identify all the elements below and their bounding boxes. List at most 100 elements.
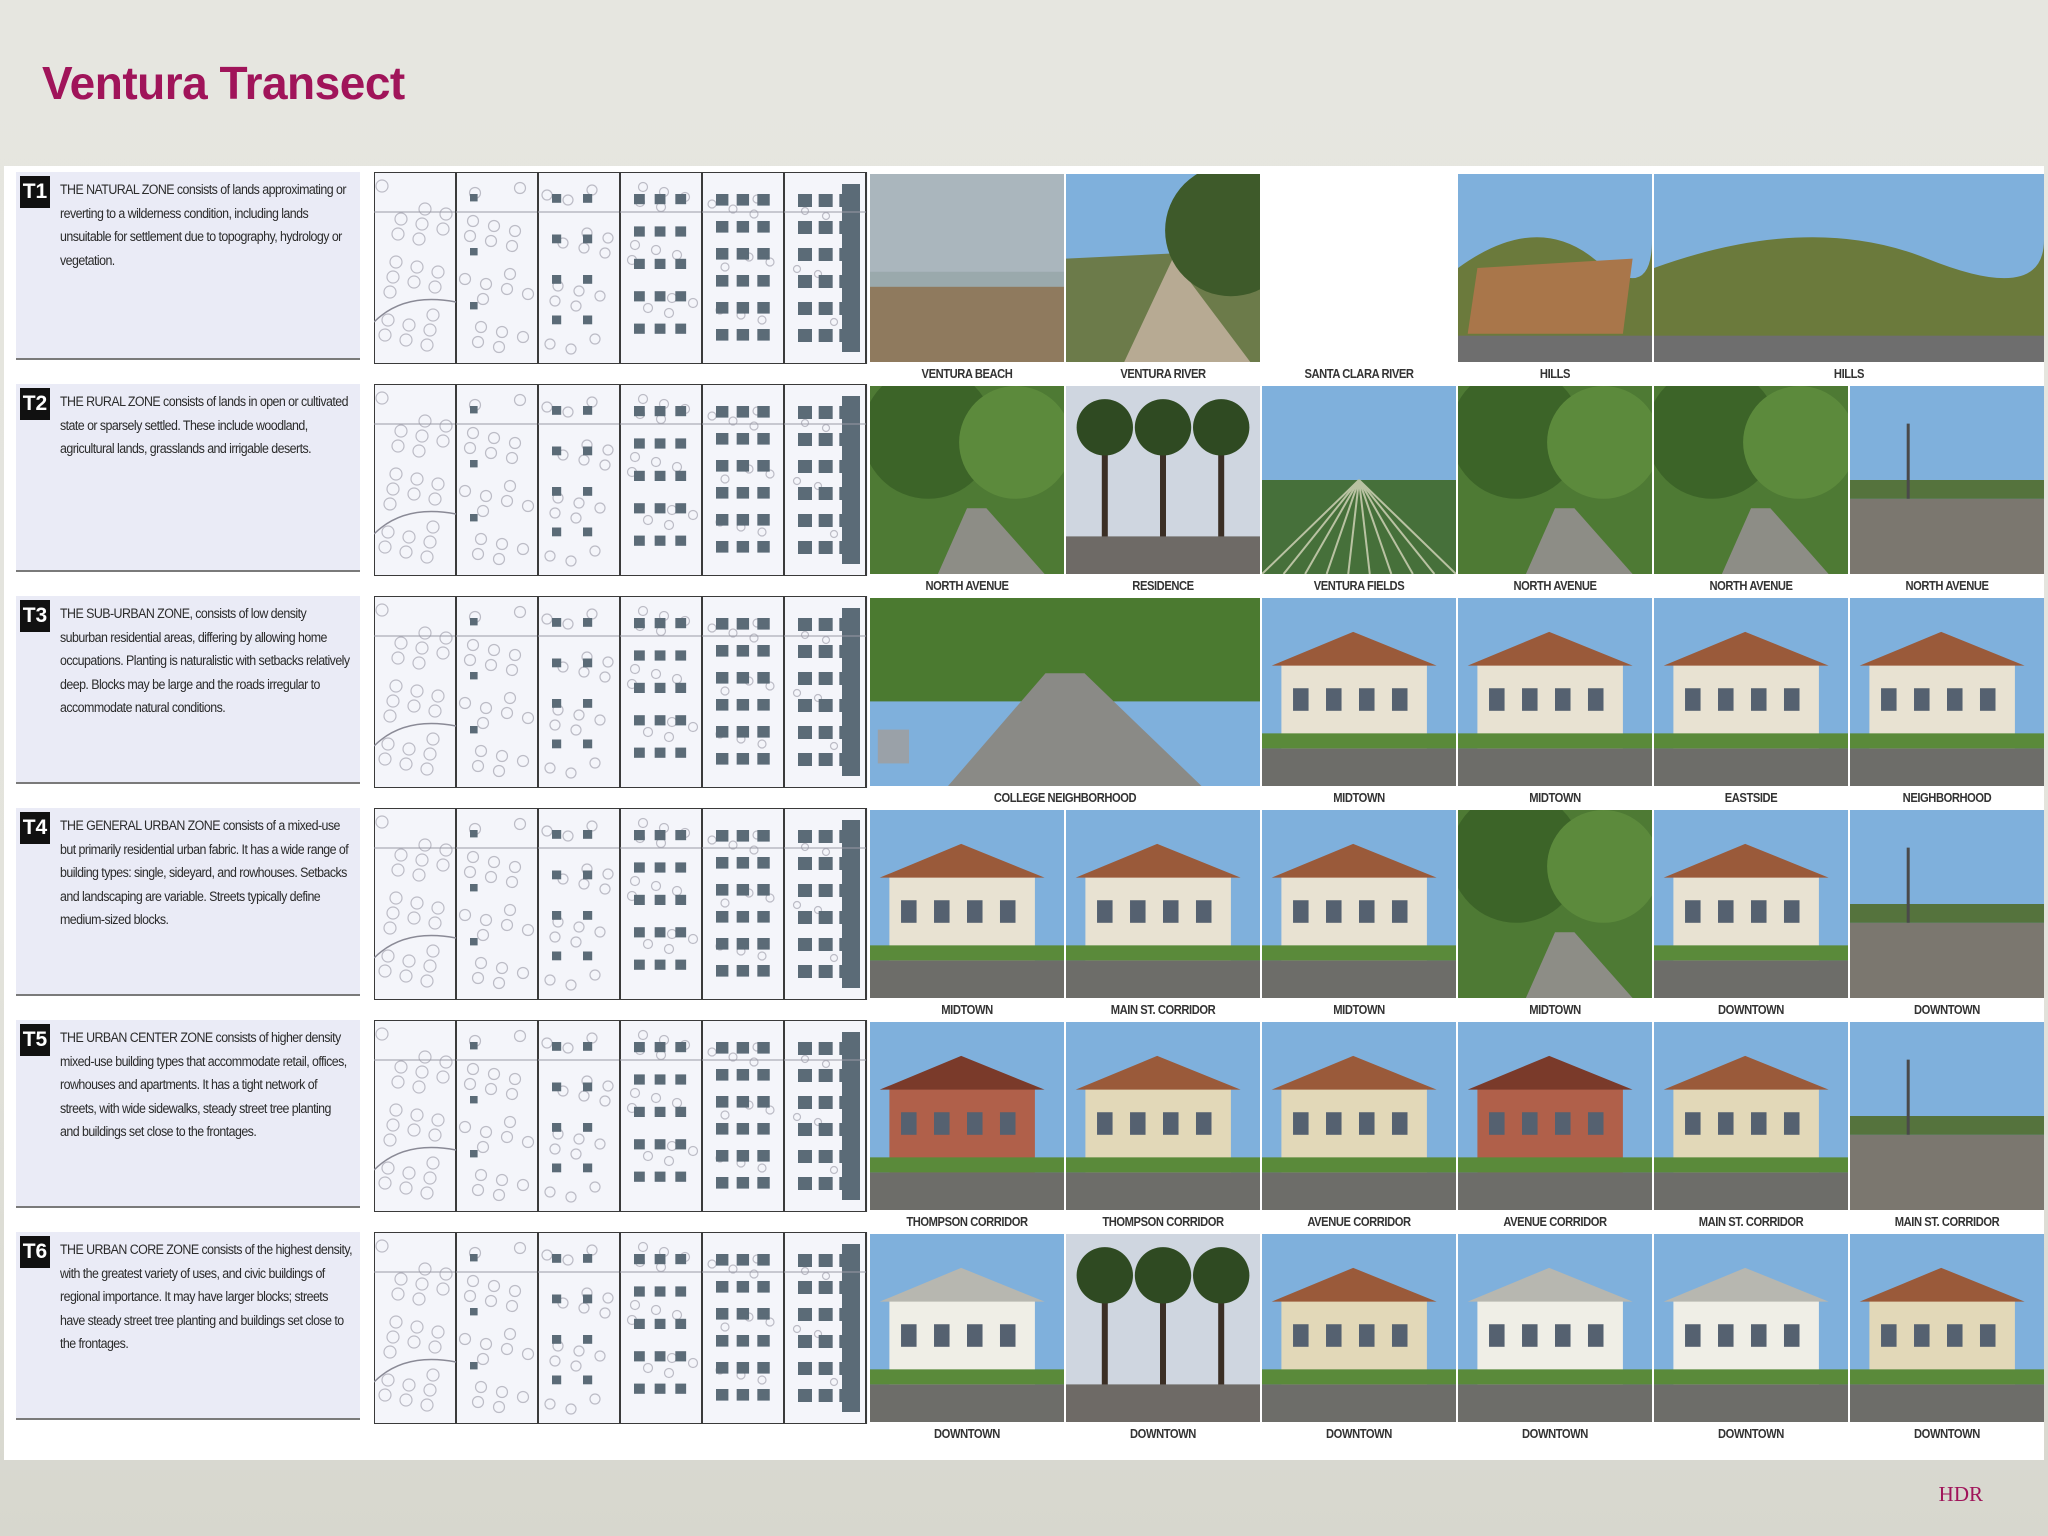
zone-photo: DOWNTOWN: [1458, 1234, 1654, 1446]
photo-image: [1458, 598, 1652, 786]
photo-scene: [1458, 174, 1652, 362]
zone-photo: DOWNTOWN: [1850, 1234, 2046, 1446]
zone-photo: NORTH AVENUE: [1850, 386, 2046, 598]
photo-image: [1850, 810, 2044, 998]
photo-image: [1262, 174, 1456, 362]
photo-image: [870, 1234, 1064, 1422]
photo-caption: DOWNTOWN: [934, 1426, 1000, 1441]
photo-image: [1458, 174, 1652, 362]
zone-photo: HILLS: [1458, 174, 1654, 386]
photo-image: [1458, 1022, 1652, 1210]
transect-diagram: [374, 1020, 868, 1212]
photo-scene: [1458, 598, 1652, 786]
zone-photo: NORTH AVENUE: [1654, 386, 1850, 598]
zone-tag: T4: [20, 812, 50, 844]
photo-image: [1654, 810, 1848, 998]
zone-photo: DOWNTOWN: [1262, 1234, 1458, 1446]
photo-caption: DOWNTOWN: [1326, 1426, 1392, 1441]
photo-scene: [1654, 598, 1848, 786]
zone-photo: MAIN ST. CORRIDOR: [1654, 1022, 1850, 1234]
zone-row-t1: T1 THE NATURAL ZONE consists of lands app…: [4, 166, 2044, 381]
zone-row-t3: T3 THE SUB-URBAN ZONE, consists of low de…: [4, 590, 2044, 805]
zone-description: T5 THE URBAN CENTER ZONE consists of high…: [16, 1020, 360, 1208]
photo-scene: [1654, 1234, 1848, 1422]
photo-scene: [1654, 810, 1848, 998]
photo-scene: [870, 174, 1064, 362]
photo-scene: [1262, 598, 1456, 786]
zone-photo: EASTSIDE: [1654, 598, 1850, 810]
photo-image: [870, 386, 1064, 574]
zone-photo: NORTH AVENUE: [1458, 386, 1654, 598]
transect-board: T1 THE NATURAL ZONE consists of lands app…: [4, 166, 2044, 1460]
photo-image: [1654, 1234, 1848, 1422]
photo-scene: [1262, 810, 1456, 998]
zone-description: T2 THE RURAL ZONE consists of lands in op…: [16, 384, 360, 572]
photo-image: [1850, 1234, 2044, 1422]
transect-diagram: [374, 172, 868, 364]
zone-photo: MIDTOWN: [1262, 598, 1458, 810]
photo-image: [1654, 1022, 1848, 1210]
zone-description: T4 THE GENERAL URBAN ZONE consists of a m…: [16, 808, 360, 996]
photo-caption: DOWNTOWN: [1718, 1426, 1784, 1441]
transect-diagram: [374, 384, 868, 576]
zone-text: THE RURAL ZONE consists of lands in open…: [60, 394, 349, 456]
zone-description: T3 THE SUB-URBAN ZONE, consists of low de…: [16, 596, 360, 784]
zone-photo: THOMPSON CORRIDOR: [870, 1022, 1066, 1234]
photo-image: [870, 1022, 1064, 1210]
zone-tag: T2: [20, 388, 50, 420]
zone-row-t5: T5 THE URBAN CENTER ZONE consists of high…: [4, 1014, 2044, 1229]
photo-scene: [1262, 386, 1456, 574]
photo-image: [1850, 386, 2044, 574]
zone-text: THE GENERAL URBAN ZONE consists of a mix…: [60, 818, 349, 927]
zone-photo: MIDTOWN: [1458, 810, 1654, 1022]
zone-description: T6 THE URBAN CORE ZONE consists of the hi…: [16, 1232, 360, 1420]
zone-text: THE URBAN CORE ZONE consists of the high…: [60, 1242, 353, 1351]
photo-image: [870, 598, 1260, 786]
zone-photo: DOWNTOWN: [870, 1234, 1066, 1446]
photo-scene: [870, 386, 1064, 574]
zone-photo: AVENUE CORRIDOR: [1262, 1022, 1458, 1234]
zone-photo: HILLS: [1654, 174, 2046, 386]
photo-image: [1262, 598, 1456, 786]
zone-photo: MIDTOWN: [1458, 598, 1654, 810]
zone-text: THE URBAN CENTER ZONE consists of higher…: [60, 1030, 347, 1139]
photo-scene: [1066, 174, 1260, 362]
transect-diagram: [374, 1232, 868, 1424]
photo-scene: [1654, 386, 1848, 574]
photo-caption: DOWNTOWN: [1522, 1426, 1588, 1441]
photo-scene: [1262, 1022, 1456, 1210]
photo-scene: [1066, 1234, 1260, 1422]
photo-caption: DOWNTOWN: [1914, 1426, 1980, 1441]
slide-title: Ventura Transect: [42, 57, 405, 109]
zone-photo: SANTA CLARA RIVER: [1262, 174, 1458, 386]
photo-scene: [1066, 810, 1260, 998]
photo-scene: [1066, 1022, 1260, 1210]
zone-photo: COLLEGE NEIGHBORHOOD: [870, 598, 1262, 810]
photo-caption: DOWNTOWN: [1130, 1426, 1196, 1441]
zone-row-t2: T2 THE RURAL ZONE consists of lands in op…: [4, 378, 2044, 593]
credit-logo: HDR: [1938, 1482, 1983, 1506]
photo-image: [1458, 810, 1652, 998]
photo-image: [1850, 598, 2044, 786]
zone-photo: VENTURA FIELDS: [1262, 386, 1458, 598]
photo-image: [1458, 386, 1652, 574]
zone-photo: MIDTOWN: [1262, 810, 1458, 1022]
zone-photo: MAIN ST. CORRIDOR: [1066, 810, 1262, 1022]
zone-photo: MAIN ST. CORRIDOR: [1850, 1022, 2046, 1234]
zone-photo: NORTH AVENUE: [870, 386, 1066, 598]
photo-image: [1262, 810, 1456, 998]
photo-image: [870, 810, 1064, 998]
zone-photo: RESIDENCE: [1066, 386, 1262, 598]
zone-photo: NEIGHBORHOOD: [1850, 598, 2046, 810]
photo-scene: [1850, 598, 2044, 786]
photo-scene: [1262, 174, 1456, 362]
photo-scene: [1850, 1022, 2044, 1210]
photo-scene: [1654, 174, 2044, 362]
zone-text: THE SUB-URBAN ZONE, consists of low dens…: [60, 606, 350, 715]
photo-scene: [1458, 810, 1652, 998]
photo-scene: [1850, 810, 2044, 998]
photo-image: [1262, 386, 1456, 574]
photo-scene: [1262, 1234, 1456, 1422]
photo-scene: [1458, 1234, 1652, 1422]
zone-photo: VENTURA BEACH: [870, 174, 1066, 386]
